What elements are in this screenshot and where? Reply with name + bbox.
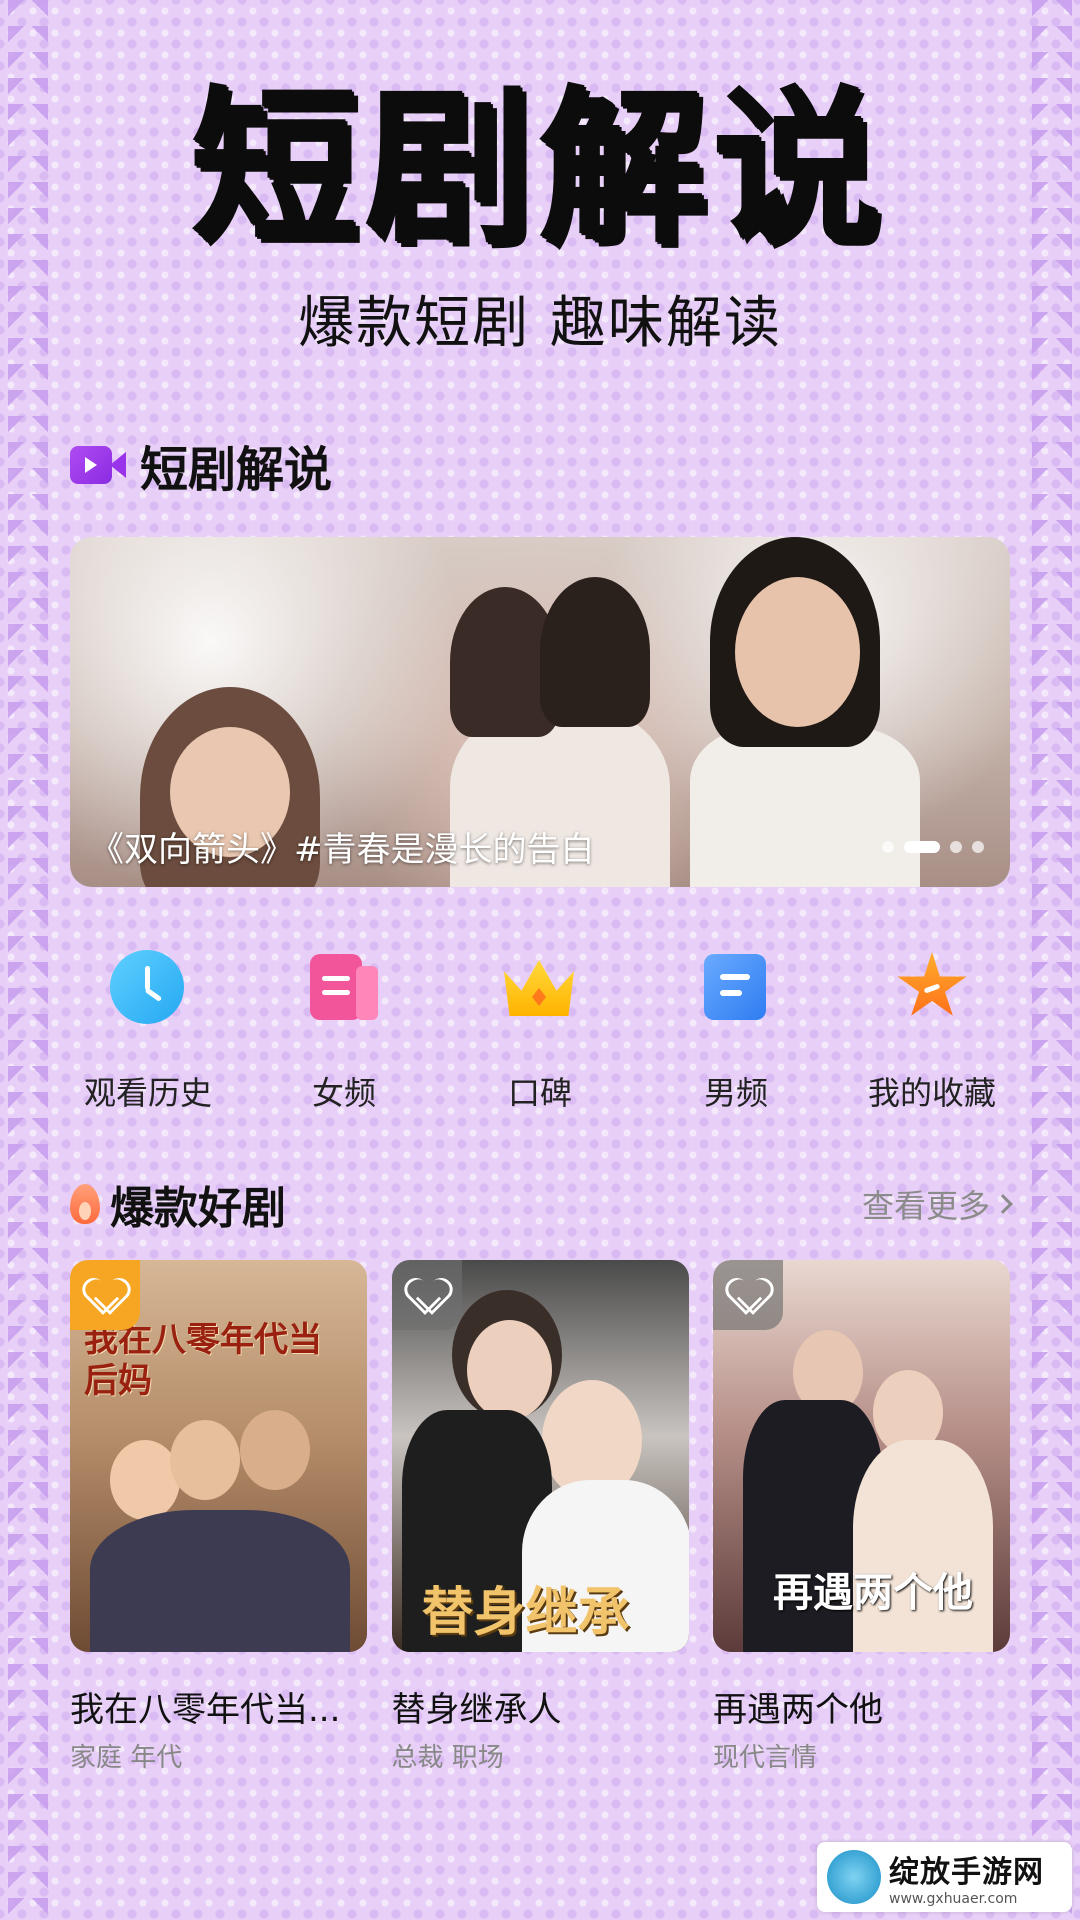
drama-card[interactable]: 再遇两个他 再遇两个他 现代言情 — [713, 1260, 1010, 1774]
site-watermark: 绽放手游网 www.gxhuaer.com — [817, 1842, 1072, 1912]
drama-tags: 总裁 职场 — [391, 1743, 504, 1773]
star-icon — [894, 950, 970, 1026]
carousel-dot[interactable] — [972, 841, 984, 853]
nav-label: 观看历史 — [83, 1074, 212, 1112]
document-icon — [698, 950, 772, 1024]
drama-card[interactable]: 替身继承 替身继承人 总裁 职场 — [391, 1260, 689, 1774]
drama-poster[interactable]: 我在八零年代当后妈 — [70, 1260, 367, 1652]
drama-poster[interactable]: 再遇两个他 — [713, 1260, 1010, 1652]
section-title: 短剧解说 — [140, 442, 333, 498]
favorite-button[interactable] — [713, 1260, 783, 1330]
hot-section-header: 爆款好剧 查看更多 — [70, 1172, 1013, 1236]
drama-tags: 家庭 年代 — [70, 1743, 183, 1773]
banner-caption: 《双向箭头》#青春是漫长的告白 — [90, 830, 595, 870]
heart-icon — [730, 1279, 766, 1311]
crown-icon — [502, 950, 576, 1024]
carousel-dot-active[interactable] — [904, 841, 940, 853]
hero-title: 短剧解说 — [192, 72, 888, 268]
carousel-dot[interactable] — [882, 841, 894, 853]
drama-poster[interactable]: 替身继承 — [391, 1260, 689, 1652]
carousel-indicator — [882, 841, 984, 853]
quick-nav: 观看历史 女频 口碑 男频 我的收藏 — [50, 950, 1030, 1114]
nav-reputation[interactable]: 口碑 — [442, 950, 638, 1114]
nav-label: 我的收藏 — [867, 1074, 996, 1112]
drama-title: 我在八零年代当... — [70, 1690, 341, 1730]
book-icon — [306, 950, 380, 1024]
hero-subtitle: 爆款短剧 趣味解读 — [298, 291, 782, 356]
drama-title: 替身继承人 — [391, 1690, 562, 1730]
clock-icon — [110, 950, 184, 1024]
hot-section-title: 爆款好剧 — [110, 1183, 286, 1234]
carousel-dot[interactable] — [950, 841, 962, 853]
drama-card[interactable]: 我在八零年代当后妈 我在八零年代当... 家庭 年代 — [70, 1260, 367, 1774]
poster-title: 我在八零年代当后妈 — [84, 1320, 322, 1401]
watermark-name: 绽放手游网 — [889, 1855, 1044, 1890]
nav-label: 男频 — [703, 1074, 768, 1112]
drama-title: 再遇两个他 — [713, 1690, 883, 1730]
section-header: 短剧解说 — [70, 430, 332, 500]
video-camera-icon — [70, 446, 126, 484]
nav-label: 女频 — [311, 1074, 376, 1112]
nav-label: 口碑 — [507, 1074, 572, 1112]
nav-watch-history[interactable]: 观看历史 — [50, 950, 246, 1114]
favorite-button[interactable] — [70, 1260, 140, 1330]
favorite-button[interactable] — [391, 1260, 462, 1330]
chevron-right-icon — [993, 1194, 1013, 1214]
featured-banner[interactable]: 《双向箭头》#青春是漫长的告白 — [70, 537, 1010, 887]
nav-female-channel[interactable]: 女频 — [246, 950, 442, 1114]
watermark-url: www.gxhuaer.com — [889, 1891, 1018, 1907]
poster-title: 替身继承 — [421, 1582, 630, 1643]
view-more-link[interactable]: 查看更多 — [861, 1181, 1013, 1227]
flame-icon — [70, 1184, 100, 1224]
drama-tags: 现代言情 — [713, 1743, 818, 1773]
heart-icon — [409, 1279, 445, 1311]
poster-title: 再遇两个他 — [773, 1569, 973, 1616]
nav-my-favorites[interactable]: 我的收藏 — [834, 950, 1030, 1114]
octopus-logo-icon — [827, 1850, 881, 1904]
nav-male-channel[interactable]: 男频 — [638, 950, 834, 1114]
drama-list: 我在八零年代当后妈 我在八零年代当... 家庭 年代 替身继承 替身继承人 总裁… — [70, 1260, 1010, 1774]
view-more-label: 查看更多 — [861, 1187, 990, 1225]
heart-icon — [87, 1279, 123, 1311]
